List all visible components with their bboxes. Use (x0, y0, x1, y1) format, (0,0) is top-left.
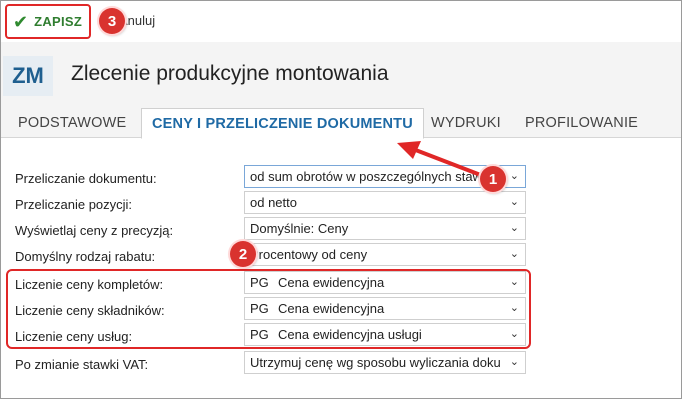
select-precyzja[interactable]: Domyślnie: Ceny ⌄ (244, 217, 526, 240)
window: ✔ ZAPISZ Anuluj ZM Zlecenie produkcyjne … (0, 0, 682, 399)
annotation-badge-3: 3 (99, 8, 125, 34)
chevron-down-icon: ⌄ (509, 356, 519, 368)
save-button-label: ZAPISZ (34, 14, 83, 29)
document-type-badge: ZM (3, 56, 53, 96)
chevron-down-icon: ⌄ (509, 222, 519, 234)
label-precyzja: Wyświetlaj ceny z precyzją: (15, 223, 174, 238)
label-stawka-vat: Po zmianie stawki VAT: (15, 357, 149, 372)
chevron-down-icon: ⌄ (509, 196, 519, 208)
chevron-down-icon: ⌄ (509, 248, 519, 260)
chevron-down-icon: ⌄ (509, 170, 519, 182)
checkmark-icon: ✔ (13, 11, 29, 32)
label-przeliczanie-dokumentu: Przeliczanie dokumentu: (15, 171, 157, 186)
page-title: Zlecenie produkcyjne montowania (71, 62, 389, 85)
label-przeliczanie-pozycji: Przeliczanie pozycji: (15, 197, 133, 212)
tab-bar: PODSTAWOWE CENY I PRZELICZENIE DOKUMENTU… (1, 108, 681, 139)
select-rodzaj-rabatu[interactable]: Procentowy od ceny ⌄ (244, 243, 526, 266)
highlight-box (6, 269, 531, 349)
document-header: ZM Zlecenie produkcyjne montowania (1, 42, 681, 108)
tab-ceny-i-przeliczenie[interactable]: CENY I PRZELICZENIE DOKUMENTU (141, 108, 424, 139)
label-rodzaj-rabatu: Domyślny rodzaj rabatu: (15, 249, 156, 264)
tab-profilowanie[interactable]: PROFILOWANIE (525, 108, 638, 138)
save-button[interactable]: ✔ ZAPISZ (5, 4, 91, 39)
annotation-badge-2: 2 (230, 241, 256, 267)
select-stawka-vat[interactable]: Utrzymuj cenę wg sposobu wyliczania doku… (244, 351, 526, 374)
annotation-badge-1: 1 (480, 166, 506, 192)
select-przeliczanie-pozycji[interactable]: od netto ⌄ (244, 191, 526, 214)
tab-podstawowe[interactable]: PODSTAWOWE (18, 108, 126, 138)
